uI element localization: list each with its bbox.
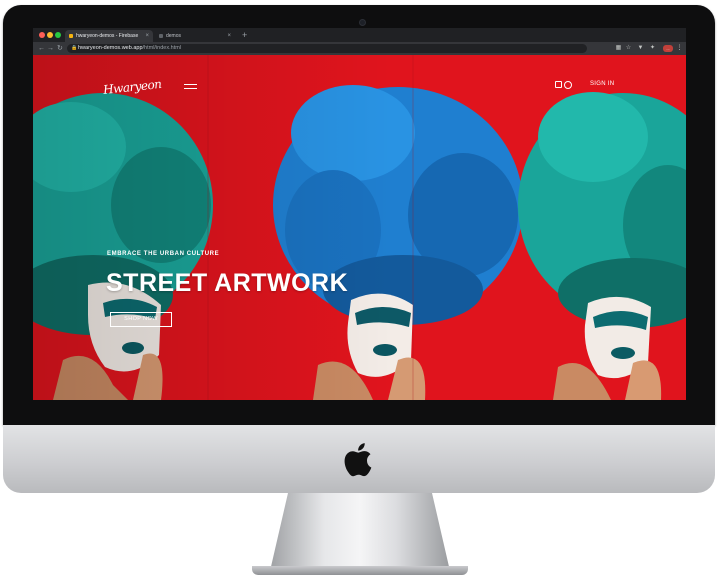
star-icon[interactable]: ☆ [625, 45, 632, 52]
lock-icon: 🔒 [71, 45, 78, 51]
tab-label: demos [166, 33, 182, 39]
url-host: hwaryeon-demos.web.app [78, 45, 143, 51]
screen: hwaryeon-demos - Firebase × demos × + ← … [33, 28, 686, 400]
reload-icon[interactable]: ↻ [57, 44, 63, 53]
bag-icon[interactable] [555, 81, 562, 88]
window-minimize-button[interactable] [47, 32, 53, 38]
hero-overlay [33, 55, 686, 400]
extensions-icon[interactable]: ✦ [649, 45, 656, 52]
address-bar[interactable]: 🔒 hwaryeon-demos.web.app/html/index.html [67, 44, 587, 53]
qr-icon[interactable]: ▦ [615, 45, 622, 52]
camera-icon [359, 19, 366, 26]
sign-in-link[interactable]: SIGN IN [590, 81, 614, 87]
monitor-stand [270, 493, 450, 571]
window-zoom-button[interactable] [55, 32, 61, 38]
tab-close-icon[interactable]: × [145, 30, 149, 42]
window-close-button[interactable] [39, 32, 45, 38]
forward-icon[interactable]: → [47, 44, 54, 53]
shop-now-button[interactable]: SHOP NOW [110, 312, 172, 327]
tab-label: hwaryeon-demos - Firebase [76, 33, 139, 39]
hero-eyebrow: EMBRACE THE URBAN CULTURE [107, 251, 220, 257]
extension-icon[interactable]: ▼ [637, 45, 644, 52]
monitor-stand-foot [252, 566, 468, 575]
tab-demos[interactable]: demos × [155, 30, 235, 42]
url-path: /html/index.html [142, 45, 182, 51]
browser-toolbar: ← → ↻ 🔒 hwaryeon-demos.web.app/html/inde… [33, 42, 686, 55]
web-page: Hwaryeon SIGN IN EMBRACE THE URBAN CULTU… [33, 55, 686, 400]
browser-tab-strip: hwaryeon-demos - Firebase × demos × + [33, 28, 686, 42]
back-icon[interactable]: ← [38, 44, 45, 53]
new-tab-button[interactable]: + [242, 29, 247, 41]
apple-logo-icon [344, 443, 372, 477]
globe-icon [159, 34, 163, 38]
tab-close-icon[interactable]: × [227, 30, 231, 42]
profile-avatar[interactable]: ... [663, 45, 673, 52]
more-menu-icon[interactable]: ⋮ [676, 45, 683, 52]
tab-firebase[interactable]: hwaryeon-demos - Firebase × [65, 30, 153, 42]
firebase-icon [69, 34, 73, 38]
hero-title: STREET ARTWORK [106, 269, 349, 297]
menu-icon[interactable] [184, 84, 197, 90]
user-icon[interactable] [564, 81, 572, 89]
